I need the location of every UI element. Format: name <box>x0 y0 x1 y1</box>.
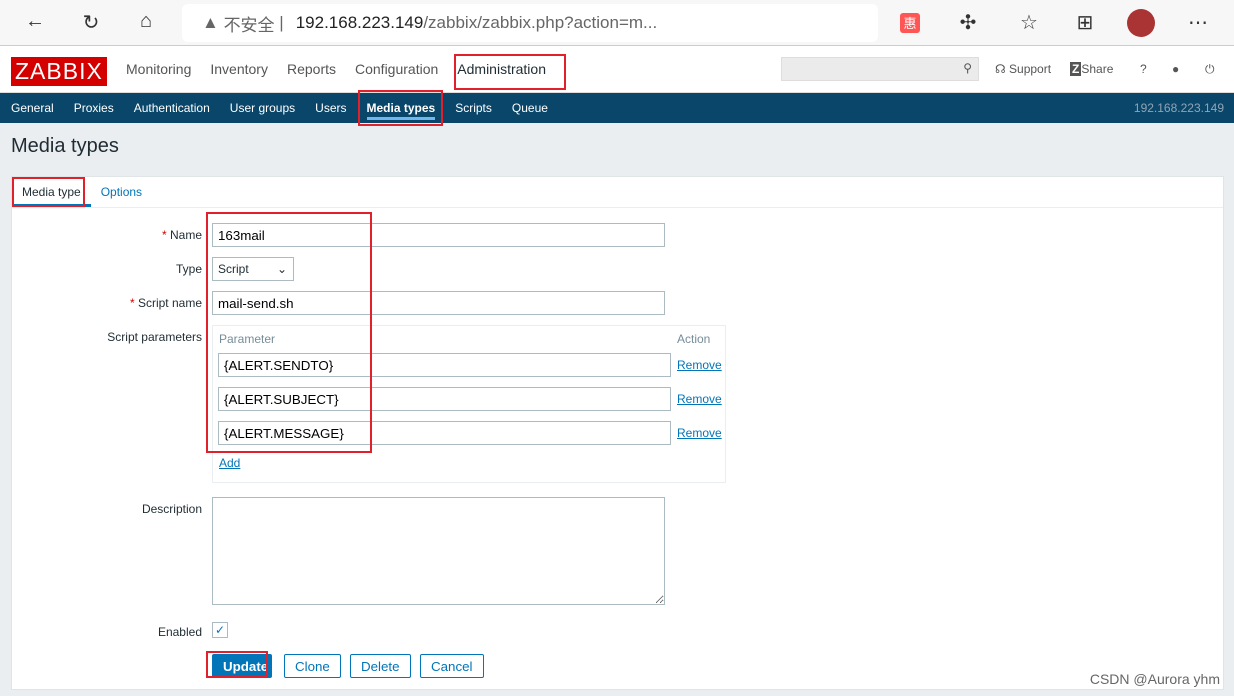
extensions-icon[interactable]: ✣ <box>955 10 981 35</box>
description-label: Description <box>141 502 202 516</box>
subnav-queue[interactable]: Queue <box>512 101 548 115</box>
extension-icon[interactable]: 惠 <box>900 13 920 33</box>
highlight-box <box>206 651 268 678</box>
back-icon[interactable]: ← <box>22 10 48 33</box>
highlight-box <box>206 212 372 453</box>
add-link[interactable]: Add <box>219 456 240 470</box>
zabbix-logo: ZABBIX <box>11 57 107 86</box>
description-textarea[interactable] <box>212 497 665 605</box>
highlight-box <box>454 54 566 90</box>
remove-link[interactable]: Remove <box>677 426 722 440</box>
security-label: 不安全 <box>223 15 275 35</box>
page-title: Media types <box>11 135 119 157</box>
search-icon[interactable]: ⚲ <box>963 61 972 75</box>
action-header: Action <box>677 332 711 346</box>
subnav-general[interactable]: General <box>11 101 54 115</box>
user-icon[interactable]: ● <box>1172 62 1179 76</box>
refresh-icon[interactable]: ↻ <box>78 10 104 35</box>
home-icon[interactable]: ⌂ <box>133 10 159 33</box>
tab-options[interactable]: Options <box>91 177 152 207</box>
warning-icon: ▲ <box>202 13 219 32</box>
url-path: /zabbix/zabbix.php?action=m... <box>423 13 658 32</box>
nav-reports[interactable]: Reports <box>287 61 336 77</box>
form-panel: Media type Options * Name Type Script⌄ *… <box>11 176 1224 690</box>
support-link[interactable]: Support <box>1009 62 1051 76</box>
enabled-checkbox[interactable]: ✓ <box>212 622 228 638</box>
avatar[interactable] <box>1127 9 1155 37</box>
address-bar[interactable]: ▲ 不安全 | 192.168.223.149/zabbix/zabbix.ph… <box>182 4 878 42</box>
highlight-box <box>12 177 85 207</box>
remove-link[interactable]: Remove <box>677 392 722 406</box>
remove-link[interactable]: Remove <box>677 358 722 372</box>
delete-button[interactable]: Delete <box>350 654 411 678</box>
nav-monitoring[interactable]: Monitoring <box>126 61 191 77</box>
share-icon: Z <box>1070 62 1082 76</box>
more-icon[interactable]: ⋯ <box>1185 10 1211 35</box>
nav-configuration[interactable]: Configuration <box>355 61 438 77</box>
subnav-user-groups[interactable]: User groups <box>230 101 295 115</box>
type-label: Type <box>175 262 202 276</box>
nav-inventory[interactable]: Inventory <box>210 61 268 77</box>
favorites-icon[interactable]: ☆ <box>1016 10 1042 35</box>
name-label: * Name <box>161 228 202 242</box>
share-link[interactable]: Share <box>1081 62 1113 76</box>
sub-nav: General Proxies Authentication User grou… <box>0 93 1234 123</box>
help-icon[interactable]: ? <box>1140 62 1147 76</box>
server-name: 192.168.223.149 <box>1133 101 1224 115</box>
browser-toolbar: ← ↻ ⌂ ▲ 不安全 | 192.168.223.149/zabbix/zab… <box>0 0 1234 46</box>
search-input[interactable]: ⚲ <box>781 57 979 81</box>
cancel-button[interactable]: Cancel <box>420 654 484 678</box>
subnav-authentication[interactable]: Authentication <box>134 101 210 115</box>
top-nav: ZABBIX Monitoring Inventory Reports Conf… <box>0 46 1234 93</box>
subnav-users[interactable]: Users <box>315 101 346 115</box>
subnav-scripts[interactable]: Scripts <box>455 101 492 115</box>
script-name-label: * Script name <box>129 296 202 310</box>
highlight-box <box>358 90 443 126</box>
script-parameters-label: Script parameters <box>107 330 202 344</box>
headset-icon: ☊ <box>995 62 1006 76</box>
clone-button[interactable]: Clone <box>284 654 341 678</box>
url-host: 192.168.223.149 <box>295 13 424 32</box>
power-icon[interactable]: ⏻ <box>1205 62 1215 77</box>
watermark: CSDN @Aurora yhm <box>1089 671 1220 687</box>
enabled-label: Enabled <box>157 625 202 639</box>
subnav-proxies[interactable]: Proxies <box>74 101 114 115</box>
collections-icon[interactable]: ⊞ <box>1072 10 1098 35</box>
